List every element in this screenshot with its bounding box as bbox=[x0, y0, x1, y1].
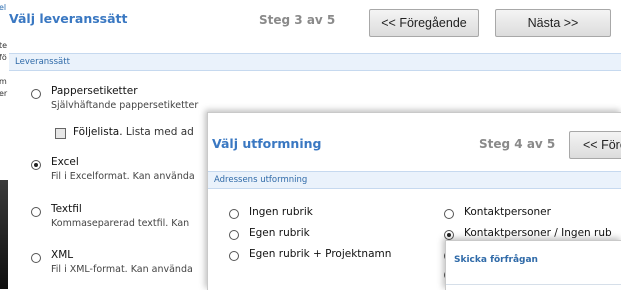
edge-text: fö bbox=[0, 53, 7, 62]
option-description: Fil i Excelformat. Kan använda bbox=[51, 171, 195, 182]
previous-button[interactable]: << Före bbox=[569, 131, 621, 159]
option-label: Egen rubrik bbox=[249, 227, 310, 239]
option-description: Fil i XML-format. Kan använda bbox=[51, 264, 193, 275]
radio-excel[interactable] bbox=[31, 160, 41, 170]
radio-paper-labels[interactable] bbox=[31, 89, 41, 99]
page-title: Välj utformning bbox=[212, 136, 322, 151]
radio-no-heading[interactable] bbox=[229, 209, 239, 219]
edge-text: er bbox=[0, 89, 8, 98]
radio-contact-persons-no-heading[interactable] bbox=[444, 230, 454, 240]
section-header: Leveranssätt bbox=[9, 53, 621, 71]
option-label: Textfil bbox=[51, 203, 82, 215]
page-title: Välj leveranssätt bbox=[9, 11, 128, 26]
option-label: Kontaktpersoner bbox=[464, 206, 551, 218]
edge-text: el bbox=[0, 3, 7, 12]
option-description: Kommaseparerad textfil. Kan bbox=[51, 218, 190, 229]
option-label: Egen rubrik + Projektnamn bbox=[249, 248, 392, 260]
radio-xml[interactable] bbox=[31, 253, 41, 263]
checkbox-label-row: Följelista. Lista med ad bbox=[73, 126, 194, 138]
previous-button[interactable]: << Föregående bbox=[369, 9, 479, 37]
checkbox-label: Följelista. bbox=[73, 126, 123, 138]
option-description: Självhäftande pappersetiketter bbox=[51, 100, 199, 111]
option-label: Pappersetiketter bbox=[51, 85, 138, 97]
option-label: Kontaktpersoner / Ingen rub bbox=[464, 227, 612, 239]
page-title: Skicka förfrågan bbox=[454, 255, 538, 265]
checkbox-follow-list[interactable] bbox=[55, 128, 66, 139]
radio-textfile[interactable] bbox=[31, 207, 41, 217]
background-window-edge: el te fö m er bbox=[0, 0, 8, 289]
step-indicator: Steg 4 av 5 bbox=[479, 137, 556, 151]
radio-own-heading[interactable] bbox=[229, 230, 239, 240]
option-label: Excel bbox=[51, 156, 79, 168]
option-label: XML bbox=[51, 249, 74, 261]
section-header: Adressens utformning bbox=[208, 171, 621, 189]
radio-contact-persons[interactable] bbox=[444, 209, 454, 219]
edge-text: te bbox=[0, 41, 8, 50]
next-button[interactable]: Nästa >> bbox=[495, 9, 611, 37]
step-indicator: Steg 3 av 5 bbox=[259, 13, 336, 27]
edge-text: m bbox=[0, 77, 7, 86]
send-request-window: Skicka förfrågan bbox=[445, 240, 621, 290]
radio-own-heading-project[interactable] bbox=[229, 251, 239, 261]
divider bbox=[446, 284, 621, 285]
option-label: Ingen rubrik bbox=[249, 206, 313, 218]
checkbox-description: Lista med ad bbox=[125, 126, 194, 138]
